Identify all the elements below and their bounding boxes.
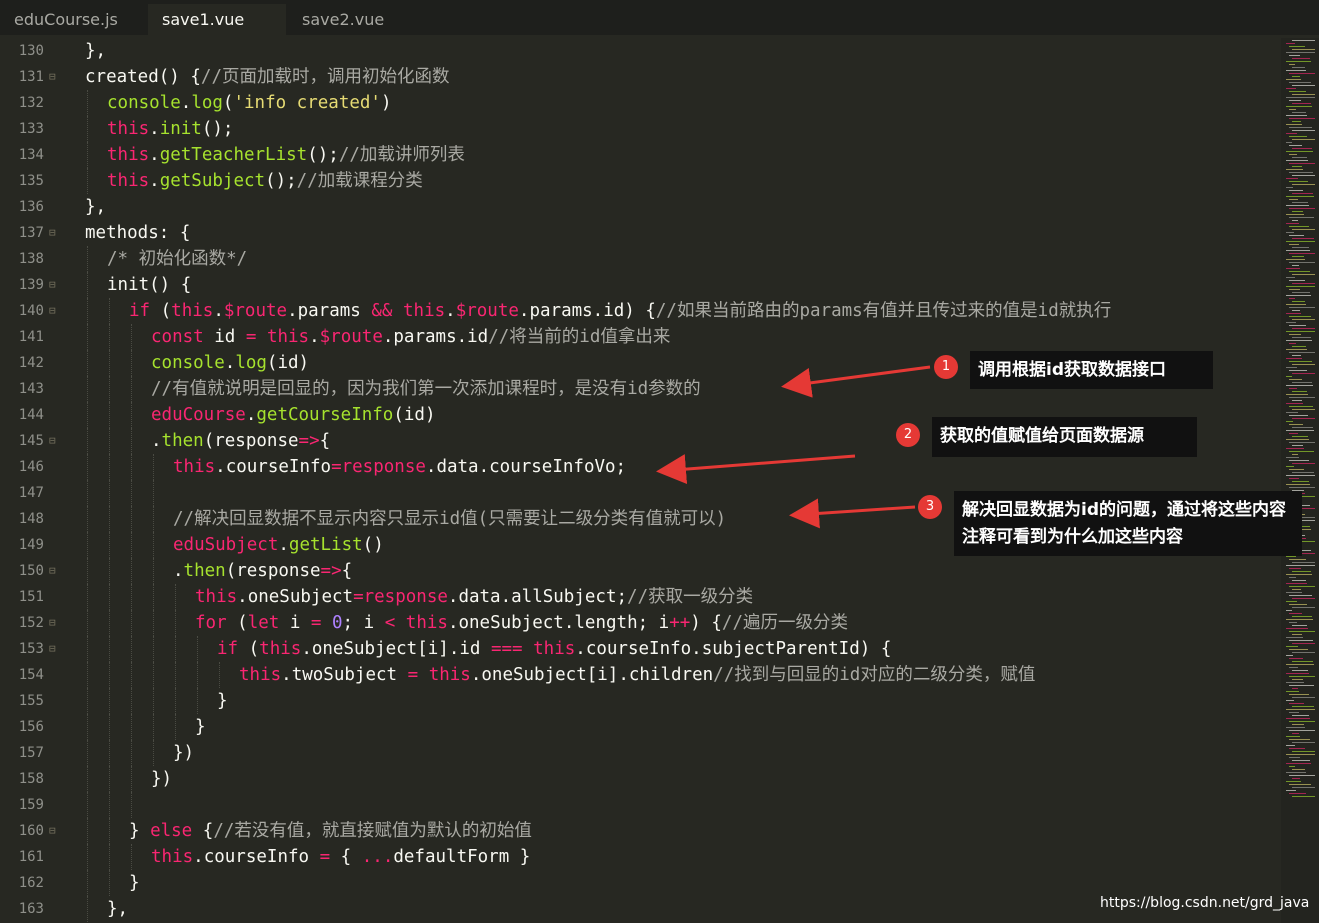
annotation-badge-1: 1 bbox=[934, 355, 958, 379]
annotation-badge-3: 3 bbox=[918, 495, 942, 519]
arrow-2 bbox=[656, 454, 856, 485]
annotation-box-2: 获取的值赋值给页面数据源 bbox=[932, 417, 1197, 457]
annotation-arrows bbox=[656, 365, 931, 529]
arrow-1 bbox=[781, 365, 931, 398]
watermark: https://blog.csdn.net/grd_java bbox=[1100, 895, 1310, 911]
annotation-box-1: 调用根据id获取数据接口 bbox=[970, 351, 1213, 389]
annotation-badge-2: 2 bbox=[896, 423, 920, 447]
arrow-3 bbox=[789, 498, 916, 529]
annotation-box-3: 解决回显数据为id的问题，通过将这些内容注释可看到为什么加这些内容 bbox=[954, 491, 1302, 556]
